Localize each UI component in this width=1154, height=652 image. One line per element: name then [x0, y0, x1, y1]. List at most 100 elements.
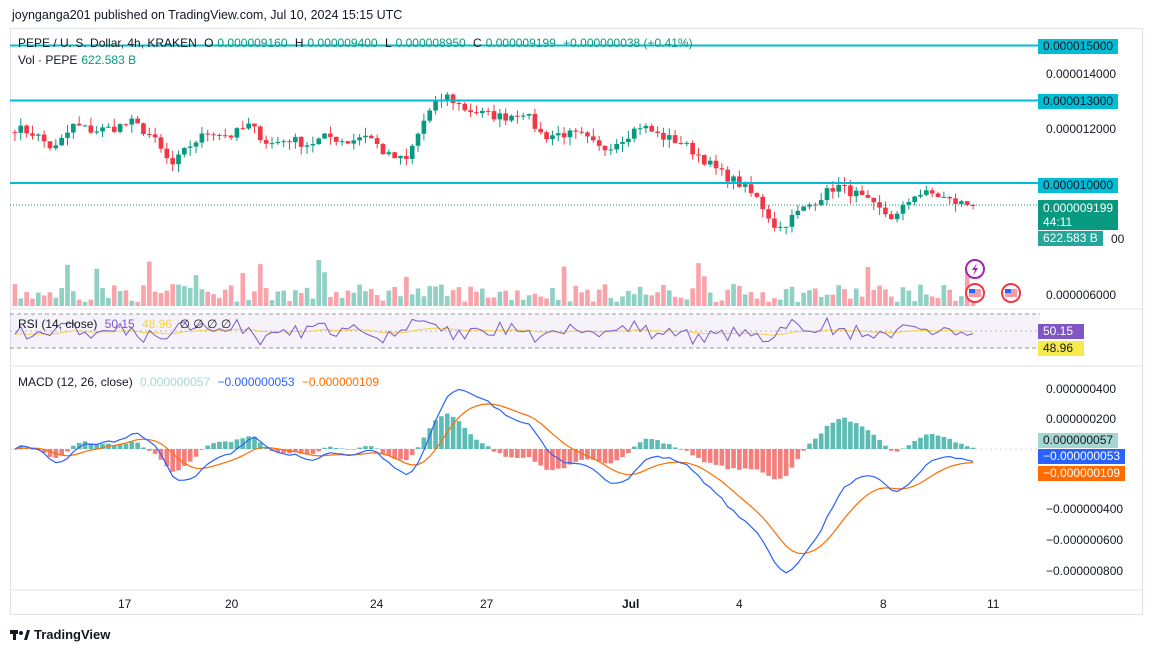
macd-hist-bar-62 [374, 448, 380, 449]
volume-bar-39 [240, 273, 246, 306]
x-tick-20: 20 [225, 597, 239, 611]
volume-bar-50 [304, 287, 310, 306]
volume-bar-1 [18, 298, 24, 306]
volume-bar-139 [824, 294, 830, 306]
candle-body-108 [643, 125, 649, 129]
macd-hist-bar-133 [789, 449, 795, 468]
volume-bar-111 [661, 284, 666, 306]
o-label: O [204, 36, 214, 50]
macd-hist-bar-76 [456, 421, 462, 449]
volume-bar-32 [199, 289, 205, 306]
candle-body-94 [561, 133, 567, 138]
volume-bar-134 [795, 301, 801, 306]
x-tick-8: 8 [880, 597, 887, 611]
candle-body-17 [111, 126, 117, 132]
volume-bar-109 [649, 295, 655, 306]
volume-bar-113 [672, 296, 678, 306]
volume-bar-78 [468, 286, 473, 306]
candle-body-12 [82, 125, 88, 127]
volume-bar-7 [53, 297, 59, 306]
volume-tag: 622.583 B [1038, 231, 1103, 246]
candle-body-53 [322, 133, 327, 139]
candle-body-87 [520, 115, 526, 117]
volume-bar-54 [328, 297, 333, 306]
symbol-title: PEPE / U. S. Dollar, 4h, KRAKEN [18, 36, 197, 50]
x-tick-4: 4 [736, 597, 743, 611]
candle-body-47 [287, 141, 292, 143]
macd-signal-value: −0.000000109 [301, 375, 379, 389]
volume-bar-122 [725, 289, 731, 306]
candle-body-151 [894, 213, 900, 220]
volume-bar-43 [263, 288, 269, 306]
macd-label: MACD (12, 26, close) [18, 375, 133, 389]
volume-bar-75 [450, 290, 456, 306]
us-flag-icon-2[interactable] [1001, 283, 1021, 303]
volume-bar-58 [351, 292, 357, 306]
candle-body-118 [702, 155, 707, 165]
volume-bar-16 [106, 297, 111, 306]
candle-body-146 [865, 194, 871, 198]
volume-bar-55 [333, 291, 339, 306]
macd-hist-bar-114 [678, 449, 684, 450]
volume-bar-72 [433, 286, 438, 306]
candle-body-103 [614, 143, 620, 150]
volume-bar-76 [456, 287, 462, 306]
close-value: 0.000009199 [485, 36, 556, 50]
macd-hist-bar-61 [368, 446, 374, 449]
candle-body-7 [53, 145, 59, 149]
level-tag-10: 0.000010000 [1038, 178, 1119, 193]
volume-bar-147 [871, 289, 877, 306]
volume-bar-120 [713, 301, 719, 306]
candle-body-109 [649, 125, 655, 132]
macd-hist-bar-136 [807, 443, 812, 449]
us-flag-icon[interactable] [965, 283, 985, 303]
volume-bar-71 [427, 286, 433, 306]
volume-legend: Vol · PEPE 622.583 B [18, 53, 140, 67]
volume-bar-87 [520, 299, 526, 306]
volume-tag-tail: 00 [1111, 232, 1125, 246]
macd-hist-bar-91 [544, 449, 549, 470]
macd-hist-bar-112 [666, 444, 672, 449]
macd-hist-bar-142 [842, 417, 847, 449]
macd-hist-bar-66 [398, 449, 403, 460]
candle-body-159 [941, 197, 947, 199]
macd-hist-bar-101 [602, 449, 608, 464]
volume-bar-59 [357, 284, 362, 306]
candle-body-78 [468, 110, 473, 113]
volume-bar-25 [158, 293, 164, 306]
volume-bar-158 [935, 298, 941, 306]
candle-body-142 [842, 184, 847, 186]
candle-body-131 [777, 226, 783, 228]
tradingview-logo[interactable]: TradingView [10, 627, 110, 642]
macd-hist-bar-19 [123, 443, 129, 449]
macd-hist-bar-130 [772, 449, 777, 480]
volume-bar-61 [368, 288, 374, 306]
candle-body-121 [719, 168, 725, 170]
macd-hist-bar-141 [836, 418, 842, 449]
volume-bar-136 [807, 290, 812, 306]
volume-bar-49 [298, 292, 304, 306]
volume-bar-100 [596, 289, 602, 306]
flash-icon[interactable] [965, 259, 985, 279]
volume-bar-35 [217, 297, 222, 306]
candle-body-137 [813, 204, 818, 206]
macd-hist-bar-163 [964, 446, 970, 449]
volume-bar-10 [71, 291, 76, 306]
volume-bar-116 [690, 288, 695, 306]
macd-hist-bar-88 [526, 449, 532, 458]
rsi-label: RSI (14, close) [18, 317, 98, 331]
candle-body-36 [222, 135, 228, 137]
macd-lines [12, 388, 976, 574]
volume-bar-27 [170, 284, 175, 306]
candle-body-56 [339, 141, 345, 143]
macd-hist-bar-160 [947, 438, 953, 449]
macd-hist-bar-150 [888, 449, 894, 451]
volume-bar-103 [614, 301, 620, 306]
candle-body-125 [742, 184, 748, 187]
macd-hist-bar-118 [702, 449, 707, 463]
macd-hist-bar-151 [894, 449, 900, 452]
volume-bar-115 [684, 299, 690, 306]
candle-body-126 [748, 184, 754, 194]
volume-bar-150 [888, 296, 894, 306]
macd-hist-bar-35 [217, 441, 222, 449]
